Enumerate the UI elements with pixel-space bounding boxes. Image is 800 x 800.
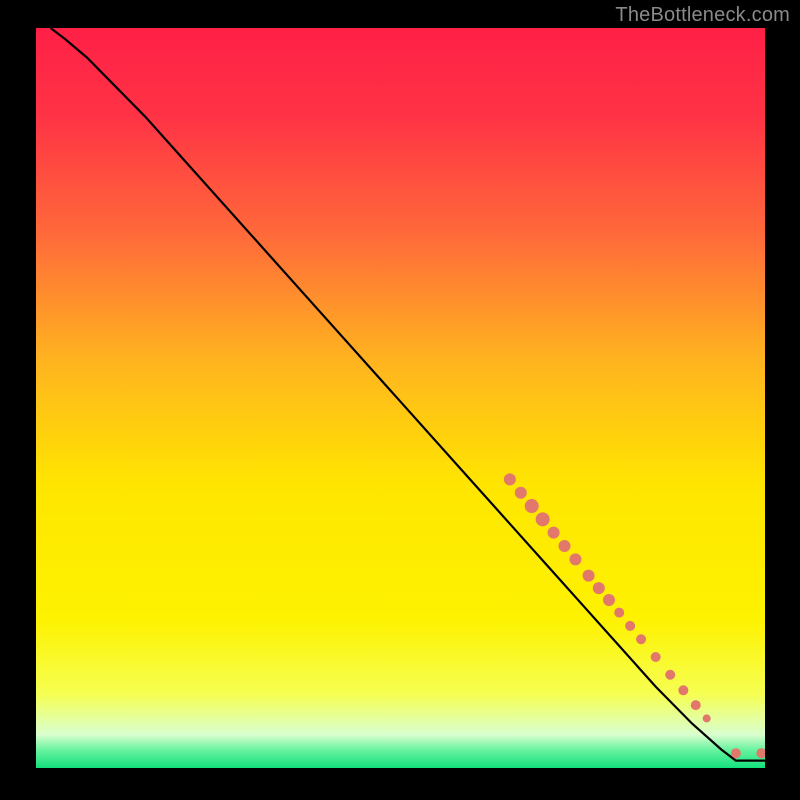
- highlighted-point: [569, 553, 581, 565]
- highlighted-point: [515, 487, 527, 499]
- highlighted-point: [614, 608, 624, 618]
- highlighted-point: [559, 540, 571, 552]
- highlighted-point: [536, 512, 550, 526]
- highlighted-point: [731, 748, 741, 758]
- highlighted-point: [603, 594, 615, 606]
- highlighted-point: [625, 621, 635, 631]
- highlighted-point: [703, 714, 711, 722]
- highlighted-point: [665, 670, 675, 680]
- attribution-label: TheBottleneck.com: [615, 4, 790, 27]
- highlighted-point: [651, 652, 661, 662]
- highlighted-point: [636, 634, 646, 644]
- highlighted-point: [678, 685, 688, 695]
- highlighted-point: [691, 700, 701, 710]
- highlighted-point: [548, 527, 560, 539]
- chart-stage: TheBottleneck.com: [0, 0, 800, 800]
- highlighted-point: [504, 473, 516, 485]
- highlighted-point: [583, 570, 595, 582]
- highlighted-point: [593, 582, 605, 594]
- chart-plot: [36, 28, 765, 768]
- highlighted-point: [525, 499, 539, 513]
